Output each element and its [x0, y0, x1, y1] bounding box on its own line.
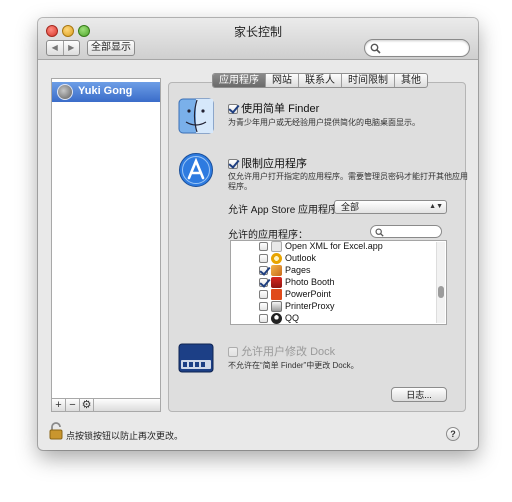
add-user-button[interactable]: + — [52, 399, 66, 411]
back-forward-control: ◀ ▶ — [46, 40, 80, 56]
dock-option[interactable]: 允许用户修改 Dock — [228, 343, 335, 359]
app-store-label: 允许 App Store 应用程序： — [228, 205, 349, 216]
user-avatar-icon — [57, 84, 73, 100]
app-store-value: 全部 — [341, 202, 360, 212]
updown-arrows-icon: ▲▼ — [429, 203, 443, 210]
app-checkbox[interactable] — [259, 290, 268, 299]
limit-apps-description-1: 仅允许用户打开指定的应用程序。需要管理员密码才能打开其他应用 — [228, 172, 468, 181]
list-item[interactable]: PowerPoint — [231, 289, 436, 301]
app-store-select[interactable]: 全部 ▲▼ — [334, 200, 447, 214]
list-item[interactable]: Photo Booth — [231, 277, 436, 289]
app-name: QQ — [285, 313, 300, 323]
search-icon — [370, 43, 381, 54]
allowed-apps-search[interactable] — [370, 225, 442, 238]
app-checkbox[interactable] — [259, 302, 268, 311]
user-list: Yuki Gong — [51, 78, 161, 400]
app-name: Photo Booth — [285, 277, 335, 287]
simple-finder-description: 为青少年用户或无经验用户提供简化的电脑桌面显示。 — [228, 118, 420, 127]
forward-button[interactable]: ▶ — [62, 41, 80, 55]
apps-scrollbar[interactable] — [436, 242, 445, 323]
printer-icon — [271, 301, 282, 312]
list-item[interactable]: Pages — [231, 265, 436, 277]
show-all-button[interactable]: 全部显示 — [87, 40, 135, 56]
list-item[interactable]: Outlook — [231, 253, 436, 265]
app-name: Open XML for Excel.app — [285, 241, 383, 251]
simple-finder-checkbox[interactable] — [228, 104, 238, 115]
outlook-icon — [271, 253, 282, 264]
app-store-icon — [179, 153, 213, 187]
qq-penguin-icon — [271, 313, 282, 324]
app-name: Pages — [285, 265, 311, 275]
user-list-toolbar: + − ⚙ — [51, 398, 161, 412]
user-item-yuki-gong[interactable]: Yuki Gong — [52, 82, 160, 102]
tab-time-limits[interactable]: 时间限制 — [341, 74, 394, 87]
tab-applications[interactable]: 应用程序 — [213, 74, 265, 87]
limit-apps-option[interactable]: 限制应用程序 — [228, 155, 307, 171]
simple-finder-label: 使用简单 Finder — [241, 103, 320, 115]
dock-description: 不允许在“简单 Finder”中更改 Dock。 — [228, 361, 359, 370]
parental-controls-window: 家长控制 ◀ ▶ 全部显示 Yuki Gong + − ⚙ 应用程序 网站 联系… — [38, 18, 478, 450]
search-field[interactable] — [364, 39, 470, 57]
window-title: 家长控制 — [233, 25, 282, 39]
app-name: Outlook — [285, 253, 317, 263]
allowed-apps-label: 允许的应用程序： — [228, 230, 308, 241]
log-button[interactable]: 日志... — [391, 387, 447, 402]
limit-apps-checkbox[interactable] — [228, 159, 238, 170]
app-checkbox[interactable] — [259, 278, 268, 287]
search-icon — [375, 228, 384, 237]
tab-other[interactable]: 其他 — [394, 74, 427, 87]
help-button[interactable]: ? — [446, 427, 460, 441]
limit-apps-description-2: 程序。 — [228, 182, 252, 191]
remove-user-button[interactable]: − — [66, 399, 80, 411]
app-checkbox[interactable] — [259, 242, 268, 251]
app-checkbox[interactable] — [259, 314, 268, 323]
tab-bar: 应用程序 网站 联系人 时间限制 其他 — [212, 73, 428, 88]
titlebar: 家长控制 ◀ ▶ 全部显示 — [38, 18, 478, 60]
app-name: PrinterProxy — [285, 301, 335, 311]
document-icon — [271, 241, 282, 252]
limit-apps-label: 限制应用程序 — [241, 158, 308, 170]
back-button[interactable]: ◀ — [47, 41, 63, 55]
app-checkbox[interactable] — [259, 254, 268, 263]
gear-icon[interactable]: ⚙ — [80, 399, 94, 411]
user-name: Yuki Gong — [78, 85, 133, 97]
pages-icon — [271, 265, 282, 276]
dock-checkbox[interactable] — [228, 347, 238, 358]
photo-booth-icon — [271, 277, 282, 288]
scroll-thumb[interactable] — [438, 286, 444, 298]
list-item[interactable]: Open XML for Excel.app — [231, 241, 436, 253]
dock-icon — [178, 343, 214, 373]
allowed-apps-list[interactable]: Open XML for Excel.app Outlook Pages Pho… — [230, 240, 447, 325]
app-checkbox[interactable] — [259, 266, 268, 275]
tab-websites[interactable]: 网站 — [265, 74, 298, 87]
lock-message: 点按锁按钮以防止再次更改。 — [66, 431, 184, 441]
tab-contacts[interactable]: 联系人 — [298, 74, 341, 87]
simple-finder-option[interactable]: 使用简单 Finder — [228, 100, 319, 116]
powerpoint-icon — [271, 289, 282, 300]
lock-icon[interactable] — [49, 422, 63, 440]
finder-icon — [178, 98, 214, 134]
app-name: PowerPoint — [285, 289, 332, 299]
list-item[interactable]: QQ — [231, 313, 436, 324]
list-item[interactable]: PrinterProxy — [231, 301, 436, 313]
dock-label: 允许用户修改 Dock — [241, 346, 336, 358]
